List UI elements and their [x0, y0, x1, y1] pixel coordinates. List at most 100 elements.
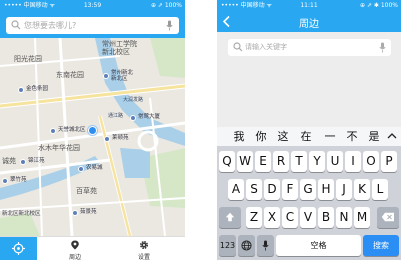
map-label-dongnan: 东南花园 [56, 71, 84, 79]
key-d[interactable]: D [264, 179, 280, 200]
microphone-icon[interactable] [379, 42, 386, 53]
key-l[interactable]: L [372, 179, 388, 200]
battery-status: ⊕ ⇗ 100% [150, 2, 182, 9]
key-h[interactable]: H [318, 179, 334, 200]
search-icon [233, 42, 243, 52]
map-label-shuimu: 水木年华花园 [38, 144, 80, 152]
key-j[interactable]: J [336, 179, 352, 200]
ime-candidate-bar: 我 你 这 在 一 不 是 [217, 127, 401, 146]
map-poi-cui[interactable]: 翠竹苑 [2, 178, 27, 184]
candidate-word[interactable]: 一 [320, 129, 340, 144]
poi-marker-icon [18, 87, 24, 93]
candidate-word[interactable]: 这 [273, 129, 293, 144]
candidate-word[interactable]: 是 [364, 129, 384, 144]
globe-icon [241, 240, 252, 251]
key-i[interactable]: I [345, 151, 361, 172]
keyword-search-input[interactable] [245, 40, 365, 54]
candidate-word[interactable]: 你 [251, 129, 271, 144]
key-k[interactable]: K [354, 179, 370, 200]
key-x[interactable]: X [264, 207, 280, 228]
candidate-word[interactable]: 在 [296, 129, 316, 144]
key-r[interactable]: R [273, 151, 289, 172]
battery-status: ⊕ ⇗ ✱ 100% [360, 2, 398, 9]
map-view[interactable]: 常州工学院 新北校区 阳光花园 东南花园 常州新北 新北区 金色条园 大润发路 … [0, 38, 185, 236]
poi-marker-icon [78, 166, 84, 172]
map-poi-nongyi[interactable]: 农易城 [78, 166, 103, 172]
current-location-marker [88, 126, 97, 135]
dictation-key[interactable] [257, 235, 274, 256]
key-y[interactable]: Y [309, 151, 325, 172]
key-e[interactable]: E [255, 151, 271, 172]
poi-marker-icon [20, 159, 26, 165]
map-label-xinbei: 新北区新北校区 [2, 211, 41, 217]
candidate-word[interactable]: 我 [229, 129, 249, 144]
map-poi-changying[interactable]: 常莺大厦 [130, 115, 160, 121]
nearby-header: 周边 [217, 11, 401, 32]
chevron-up-icon[interactable] [386, 130, 398, 142]
destination-search-box[interactable] [6, 17, 179, 34]
key-s[interactable]: S [246, 179, 262, 200]
key-a[interactable]: A [228, 179, 244, 200]
search-key[interactable]: 搜索 [363, 235, 399, 256]
poi-marker-icon [72, 210, 78, 216]
globe-key[interactable] [238, 235, 255, 256]
backspace-icon [381, 212, 394, 222]
gear-icon [139, 240, 149, 250]
map-canvas [0, 38, 185, 236]
map-poi-jinjiang[interactable]: 锦江苑 [20, 159, 45, 165]
key-q[interactable]: Q [219, 151, 235, 172]
key-o[interactable]: O [363, 151, 379, 172]
key-z[interactable]: Z [246, 207, 262, 228]
key-p[interactable]: P [381, 151, 397, 172]
key-t[interactable]: T [291, 151, 307, 172]
poi-marker-icon [130, 115, 136, 121]
key-v[interactable]: V [300, 207, 316, 228]
map-label-tongjiang-road: 通江路 [108, 113, 124, 119]
poi-marker-icon [104, 136, 110, 142]
search-icon [11, 20, 21, 30]
status-bar: ••••• 中国移动 ᯤ 13:59 ⊕ ⇗ 100% [0, 0, 185, 11]
map-poi-jinse[interactable]: 金色条园 [18, 87, 48, 93]
map-poi-xixin[interactable]: 茹景苑 [72, 210, 97, 216]
key-n[interactable]: N [336, 207, 352, 228]
nav-tab-settings-label: 设置 [137, 254, 150, 260]
locate-me-button[interactable] [0, 237, 37, 260]
map-poi-changzhou-new-area[interactable]: 常州新北 新北区 [103, 70, 133, 82]
nav-tab-nearby[interactable]: 周边 [55, 237, 95, 260]
nav-tab-settings[interactable]: 设置 [124, 237, 164, 260]
key-c[interactable]: C [282, 207, 298, 228]
microphone-icon[interactable] [166, 20, 173, 31]
map-label-baicao: 百草苑 [76, 187, 97, 195]
location-pin-icon [71, 240, 79, 250]
shift-key[interactable] [219, 207, 241, 228]
poi-marker-icon [2, 178, 8, 184]
map-home-screen: ••••• 中国移动 ᯤ 13:59 ⊕ ⇗ 100% 您想要去哪儿? 常州工学… [0, 0, 185, 260]
microphone-icon [262, 240, 269, 251]
key-m[interactable]: M [354, 207, 370, 228]
map-poi-tianwei[interactable]: 天誉城北区 [50, 128, 86, 134]
bottom-navigation: 周边 设置 [0, 236, 185, 260]
space-key[interactable]: 空格 [276, 235, 361, 256]
map-label-dayang-road: 大润发路 [123, 97, 144, 103]
crosshair-icon [12, 242, 25, 255]
shift-arrow-icon [225, 212, 235, 222]
number-mode-key[interactable]: 123 [219, 235, 236, 256]
map-label-school: 常州工学院 新北校区 [102, 40, 137, 57]
nearby-search-screen: ••••• 中国移动 ᯤ 11:11 ⊕ ⇗ ✱ 100% 周边 我 你 这 在… [217, 0, 401, 260]
key-w[interactable]: W [237, 151, 253, 172]
key-u[interactable]: U [327, 151, 343, 172]
delete-key[interactable] [377, 207, 399, 228]
key-f[interactable]: F [282, 179, 298, 200]
poi-marker-icon [50, 128, 56, 134]
keyword-search-box[interactable] [228, 39, 391, 56]
candidate-word[interactable]: 不 [342, 129, 362, 144]
key-b[interactable]: B [318, 207, 334, 228]
on-screen-keyboard: Q W E R T Y U I O P A S D F G H J K L Z … [217, 146, 401, 260]
key-g[interactable]: G [300, 179, 316, 200]
map-poi-laidun[interactable]: 莱顿苑 [104, 136, 129, 142]
destination-search-input[interactable] [24, 18, 144, 32]
map-label-yangguang: 阳光花园 [14, 55, 42, 63]
map-label-cheng: 诚苑 [2, 157, 16, 165]
nav-tab-nearby-label: 周边 [68, 254, 81, 260]
status-bar: ••••• 中国移动 ᯤ 11:11 ⊕ ⇗ ✱ 100% [217, 0, 401, 11]
